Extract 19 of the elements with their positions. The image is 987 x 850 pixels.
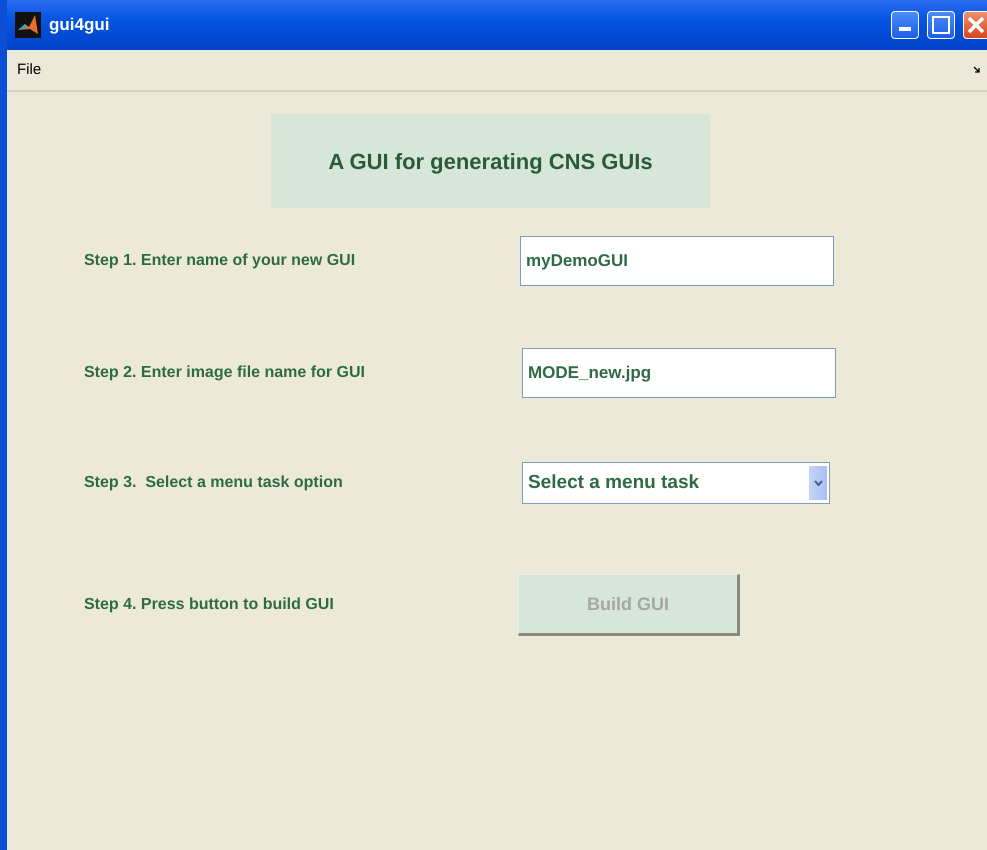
step-label: Step 4. Press button to build GUI: [84, 595, 335, 615]
app-icon: [15, 12, 41, 38]
maximize-icon: [932, 16, 950, 34]
window-title: gui4gui: [49, 14, 110, 36]
step-label: Step 1. Enter name of your new GUI: [84, 251, 356, 271]
close-icon: [966, 16, 984, 34]
menu-item[interactable]: File: [13, 58, 46, 82]
caret-icon: [814, 480, 822, 486]
heading-panel: A GUI for generating CNS GUIs: [271, 114, 710, 208]
minimize-button[interactable]: [891, 11, 919, 39]
step-label: Step 2. Enter image file name for GUI: [84, 363, 366, 383]
close-button[interactable]: [963, 11, 987, 39]
arrow-icon[interactable]: [973, 66, 981, 74]
step-label: Step 3. Select a menu task option: [84, 473, 344, 493]
maximize-button[interactable]: [927, 11, 955, 39]
text-field[interactable]: myDemoGUI: [520, 236, 834, 286]
minimize-icon: [899, 27, 911, 33]
dropdown[interactable]: Select a menu task: [522, 462, 830, 504]
text-field[interactable]: MODE_new.jpg: [522, 348, 836, 398]
